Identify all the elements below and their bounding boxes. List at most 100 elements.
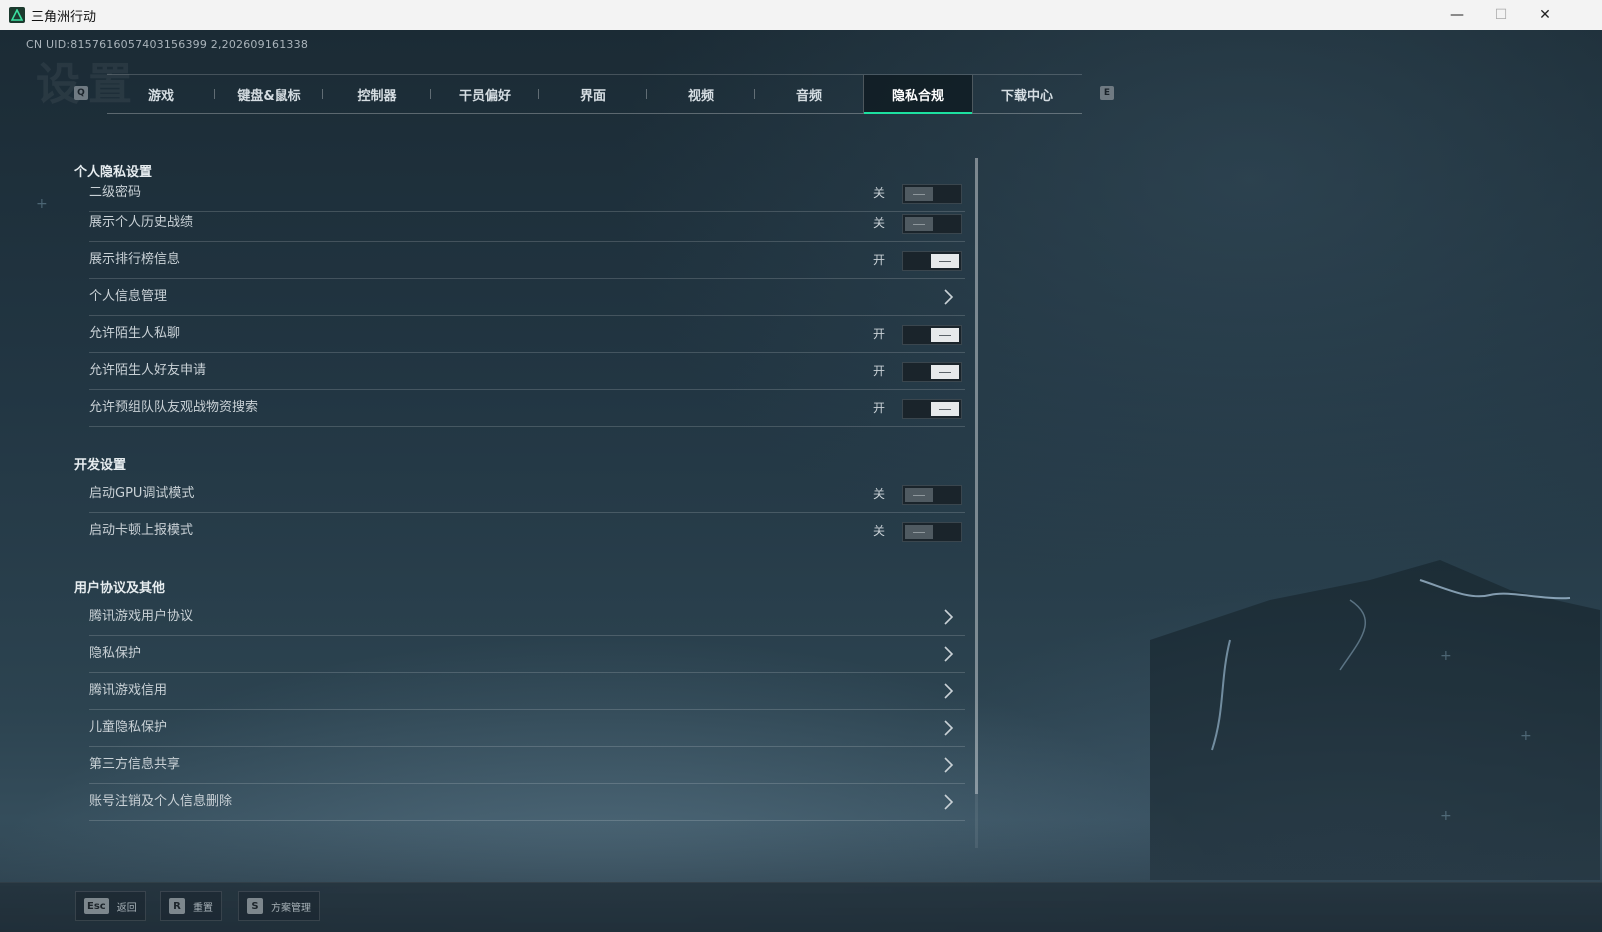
reset-button[interactable]: R 重置	[160, 891, 222, 921]
crosshair-deco: +	[1440, 808, 1452, 824]
key-hint: R	[169, 898, 185, 914]
setting-label: 隐私保护	[89, 646, 142, 661]
setting-label: 第三方信息共享	[89, 757, 181, 772]
setting-label: 启动GPU调试模式	[89, 486, 195, 501]
tab-label: 键盘&鼠标	[237, 88, 301, 104]
setting-label: 展示排行榜信息	[89, 252, 181, 267]
toggle-knob	[905, 525, 933, 539]
setting-row-stutter-report: 启动卡顿上报模式 关	[89, 513, 965, 549]
tab-label: 音频	[795, 88, 822, 104]
tab-label: 游戏	[147, 88, 174, 104]
toggle-knob	[905, 187, 933, 201]
stranger-chat-toggle[interactable]	[902, 325, 962, 345]
window-title: 三角洲行动	[31, 9, 97, 25]
tab-label: 界面	[579, 88, 606, 104]
setting-label: 允许陌生人私聊	[89, 326, 181, 341]
tab-operator-preference[interactable]: 干员偏好	[431, 75, 539, 113]
secondary-password-toggle[interactable]	[902, 184, 962, 204]
tab-interface[interactable]: 界面	[539, 75, 647, 113]
reset-label: 重置	[193, 902, 213, 914]
close-button[interactable]: ✕	[1522, 0, 1568, 30]
teammate-spectate-toggle[interactable]	[902, 399, 962, 419]
setting-row-stranger-chat: 允许陌生人私聊 开	[89, 316, 965, 353]
link-row-game-credit[interactable]: 腾讯游戏信用	[89, 673, 965, 710]
crosshair-deco: +	[1440, 648, 1452, 664]
minimize-button[interactable]: —	[1434, 0, 1480, 30]
back-button[interactable]: Esc 返回	[75, 891, 146, 921]
toggle-knob	[905, 488, 933, 502]
setting-row-personal-info[interactable]: 个人信息管理	[89, 279, 965, 316]
setting-row-teammate-spectate: 允许预组队队友观战物资搜索 开	[89, 390, 965, 427]
back-label: 返回	[116, 902, 137, 914]
scrollbar-thumb[interactable]	[975, 158, 978, 794]
setting-label: 腾讯游戏用户协议	[89, 609, 194, 624]
tab-game[interactable]: 游戏	[107, 75, 215, 113]
tab-prev-key[interactable]: Q	[74, 86, 88, 100]
plan-management-label: 方案管理	[271, 902, 311, 914]
window-titlebar: 三角洲行动 — ☐ ✕	[0, 0, 1602, 30]
tab-video[interactable]: 视频	[647, 75, 755, 113]
chevron-right-icon	[944, 794, 954, 810]
link-row-privacy-protection[interactable]: 隐私保护	[89, 636, 965, 673]
tab-controller[interactable]: 控制器	[323, 75, 431, 113]
tab-label: 干员偏好	[458, 88, 511, 104]
toggle-knob	[931, 254, 959, 268]
tab-next-key[interactable]: E	[1100, 86, 1114, 100]
setting-state: 关	[873, 524, 886, 538]
chevron-right-icon	[944, 289, 954, 305]
setting-label: 账号注销及个人信息删除	[89, 794, 233, 809]
setting-label: 允许陌生人好友申请	[89, 363, 207, 378]
link-row-user-agreement[interactable]: 腾讯游戏用户协议	[89, 599, 965, 636]
setting-row-stranger-friend-request: 允许陌生人好友申请 开	[89, 353, 965, 390]
tab-audio[interactable]: 音频	[755, 75, 863, 113]
chevron-right-icon	[944, 757, 954, 773]
setting-label: 儿童隐私保护	[89, 720, 168, 735]
chevron-right-icon	[944, 720, 954, 736]
app-logo-icon	[9, 7, 25, 23]
key-hint: S	[247, 898, 263, 914]
link-row-child-privacy[interactable]: 儿童隐私保护	[89, 710, 965, 747]
tab-download-center[interactable]: 下载中心	[973, 75, 1081, 113]
setting-row-show-leaderboard: 展示排行榜信息 开	[89, 242, 965, 279]
bottom-action-bar: Esc 返回 R 重置 S 方案管理	[0, 882, 1602, 932]
setting-state: 开	[873, 327, 886, 341]
tab-label: 视频	[687, 88, 714, 104]
setting-row-gpu-debug: 启动GPU调试模式 关	[89, 476, 965, 513]
plan-management-button[interactable]: S 方案管理	[238, 891, 320, 921]
stutter-report-toggle[interactable]	[902, 522, 962, 542]
crosshair-deco: +	[1520, 728, 1532, 744]
tab-keyboard-mouse[interactable]: 键盘&鼠标	[215, 75, 323, 113]
setting-label: 启动卡顿上报模式	[89, 523, 194, 538]
settings-tab-bar: 游戏 键盘&鼠标 控制器 干员偏好 界面 视频 音频 隐私合规 下载中心	[107, 74, 1082, 114]
tab-label: 控制器	[357, 88, 397, 104]
crosshair-deco: +	[36, 196, 48, 212]
stranger-friend-request-toggle[interactable]	[902, 362, 962, 382]
tab-label: 下载中心	[1000, 88, 1053, 104]
link-row-third-party-sharing[interactable]: 第三方信息共享	[89, 747, 965, 784]
setting-state: 关	[873, 216, 886, 230]
chevron-right-icon	[944, 683, 954, 699]
link-row-account-deletion[interactable]: 账号注销及个人信息删除	[89, 784, 965, 821]
toggle-knob	[905, 217, 933, 231]
section-title-dev: 开发设置	[74, 458, 127, 473]
setting-state: 开	[873, 253, 886, 267]
show-history-toggle[interactable]	[902, 214, 962, 234]
chevron-right-icon	[944, 646, 954, 662]
setting-label: 展示个人历史战绩	[89, 215, 194, 230]
toggle-knob	[931, 402, 959, 416]
setting-state: 开	[873, 364, 886, 378]
game-window: 三角洲行动 — ☐ ✕ + + + + CN UID:8157616057403…	[0, 0, 1602, 932]
key-hint: Esc	[84, 898, 109, 914]
toggle-knob	[931, 328, 959, 342]
setting-label: 个人信息管理	[89, 289, 168, 304]
chevron-right-icon	[944, 609, 954, 625]
setting-state: 开	[873, 401, 886, 415]
show-leaderboard-toggle[interactable]	[902, 251, 962, 271]
setting-label: 允许预组队队友观战物资搜索	[89, 400, 259, 415]
maximize-button[interactable]: ☐	[1478, 0, 1524, 30]
gpu-debug-toggle[interactable]	[902, 485, 962, 505]
toggle-knob	[931, 365, 959, 379]
section-title-agreements: 用户协议及其他	[74, 581, 166, 596]
setting-row-show-history: 展示个人历史战绩 关	[89, 205, 965, 242]
tab-privacy-compliance[interactable]: 隐私合规	[863, 75, 973, 114]
